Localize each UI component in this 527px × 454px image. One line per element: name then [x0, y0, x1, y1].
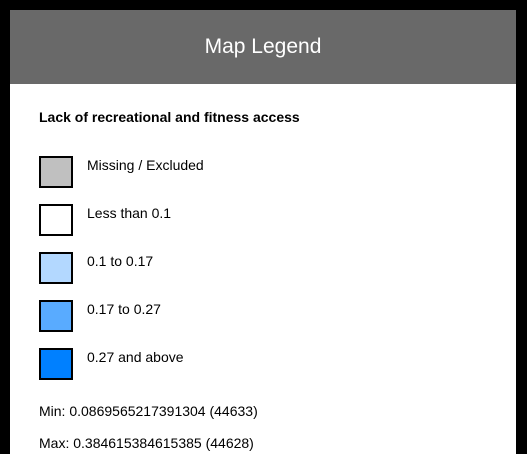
legend-item-missing: Missing / Excluded — [39, 148, 204, 196]
legend-item-0-17-to-0-27: 0.17 to 0.27 — [39, 292, 204, 340]
legend-item-less-than-0-1: Less than 0.1 — [39, 196, 204, 244]
legend-item-0-1-to-0-17: 0.1 to 0.17 — [39, 244, 204, 292]
legend-label-0-17-to-0-27: 0.17 to 0.27 — [87, 301, 161, 317]
legend-swatch-less-than-0-1 — [39, 204, 73, 236]
legend-max-value: Max: 0.384615384615385 (44628) — [39, 435, 254, 451]
legend-swatch-0-1-to-0-17 — [39, 252, 73, 284]
legend-swatch-0-27-and-above — [39, 348, 73, 380]
legend-label-0-27-and-above: 0.27 and above — [87, 349, 184, 365]
legend-list: Missing / Excluded Less than 0.1 0.1 to … — [39, 148, 204, 388]
legend-label-missing: Missing / Excluded — [87, 157, 204, 173]
legend-header-title: Map Legend — [204, 35, 322, 58]
legend-label-0-1-to-0-17: 0.1 to 0.17 — [87, 253, 154, 269]
legend-item-0-27-and-above: 0.27 and above — [39, 340, 204, 388]
legend-swatch-missing — [39, 156, 73, 188]
legend-label-less-than-0-1: Less than 0.1 — [87, 205, 172, 221]
legend-min-value: Min: 0.0869565217391304 (44633) — [39, 403, 258, 419]
legend-title: Lack of recreational and fitness access — [39, 109, 300, 125]
legend-header: Map Legend — [10, 10, 516, 84]
legend-swatch-0-17-to-0-27 — [39, 300, 73, 332]
map-legend-panel: Map Legend Lack of recreational and fitn… — [10, 10, 516, 454]
